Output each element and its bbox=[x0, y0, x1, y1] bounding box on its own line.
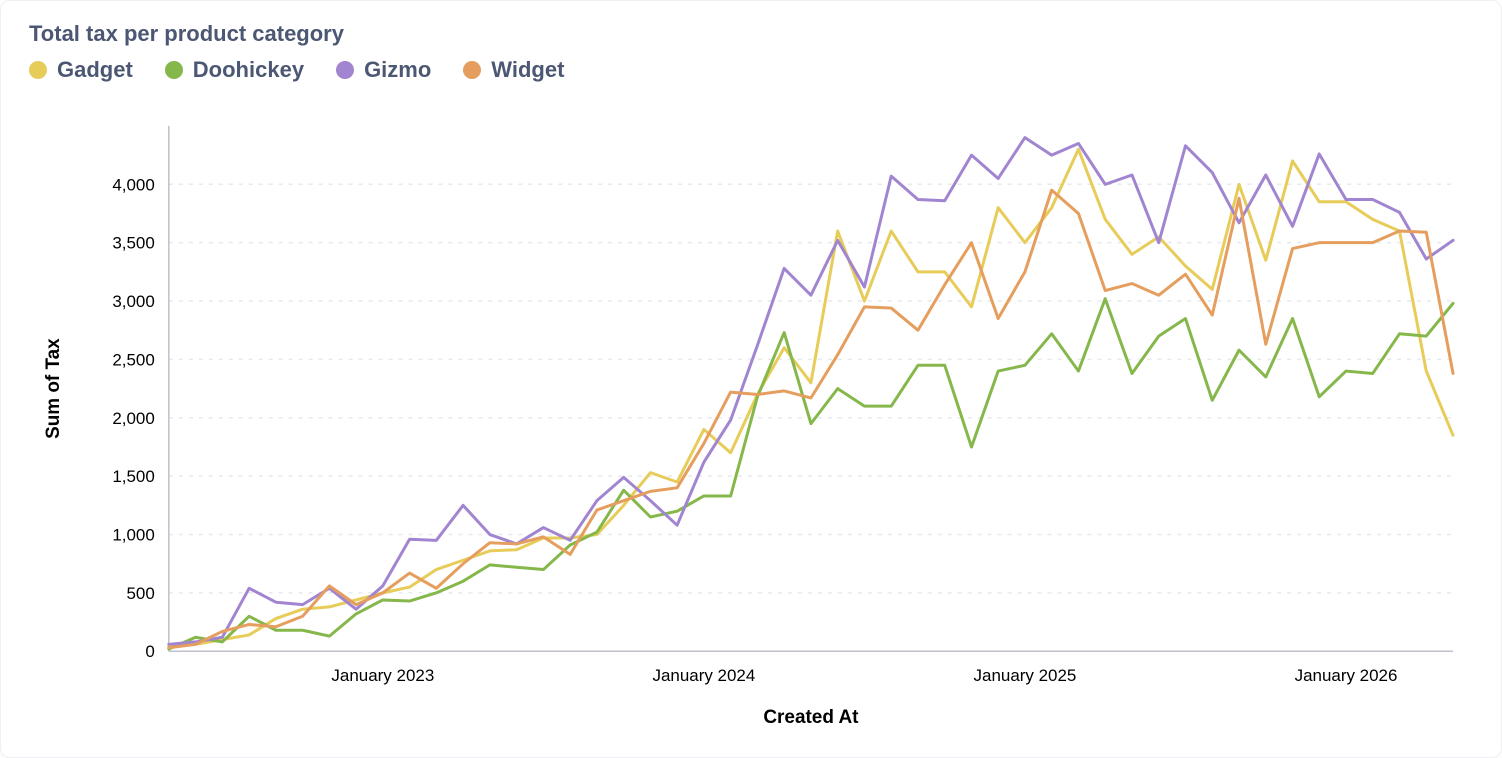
y-tick-label: 1,000 bbox=[112, 526, 154, 545]
legend-swatch-gadget bbox=[29, 61, 47, 79]
y-tick-label: 1,500 bbox=[112, 467, 154, 486]
chart-legend: Gadget Doohickey Gizmo Widget bbox=[29, 57, 1473, 83]
x-tick-label: January 2026 bbox=[1295, 666, 1398, 685]
series-line-gizmo[interactable] bbox=[169, 138, 1453, 645]
legend-swatch-widget bbox=[463, 61, 481, 79]
x-tick-label: January 2023 bbox=[331, 666, 434, 685]
legend-label-widget: Widget bbox=[491, 57, 564, 83]
legend-item-gizmo[interactable]: Gizmo bbox=[336, 57, 431, 83]
series-line-doohickey[interactable] bbox=[169, 299, 1453, 649]
y-tick-label: 0 bbox=[145, 642, 154, 661]
x-axis-title: Created At bbox=[763, 707, 859, 728]
x-tick-label: January 2024 bbox=[652, 666, 755, 685]
legend-item-gadget[interactable]: Gadget bbox=[29, 57, 133, 83]
legend-label-doohickey: Doohickey bbox=[193, 57, 304, 83]
x-tick-label: January 2025 bbox=[974, 666, 1077, 685]
legend-item-widget[interactable]: Widget bbox=[463, 57, 564, 83]
legend-label-gizmo: Gizmo bbox=[364, 57, 431, 83]
y-tick-label: 2,000 bbox=[112, 409, 154, 428]
y-tick-label: 3,000 bbox=[112, 292, 154, 311]
chart-title: Total tax per product category bbox=[29, 21, 1473, 47]
y-tick-label: 3,500 bbox=[112, 234, 154, 253]
legend-swatch-gizmo bbox=[336, 61, 354, 79]
y-tick-label: 2,500 bbox=[112, 350, 154, 369]
line-chart-svg: 0 500 1,000 1,500 2,000 2,500 3,000 3,500 4,000 J… bbox=[29, 106, 1473, 741]
y-tick-label: 4,000 bbox=[112, 175, 154, 194]
chart-card: Total tax per product category Gadget Do… bbox=[0, 0, 1502, 758]
legend-swatch-doohickey bbox=[165, 61, 183, 79]
legend-item-doohickey[interactable]: Doohickey bbox=[165, 57, 304, 83]
y-axis-title: Sum of Tax bbox=[43, 338, 64, 439]
y-tick-label: 500 bbox=[127, 584, 155, 603]
legend-label-gadget: Gadget bbox=[57, 57, 133, 83]
chart-plot-area[interactable]: 0 500 1,000 1,500 2,000 2,500 3,000 3,500 4,000 J… bbox=[29, 106, 1473, 741]
